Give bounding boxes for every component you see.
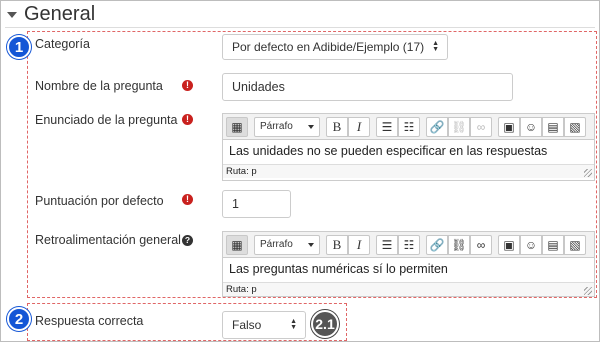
editor-toolbar: ▦ Párrafo B I ☰ ☷ 🔗 ⛓ ∞ ▣ ☺ ▤ ▧	[223, 114, 594, 140]
bold-button[interactable]: B	[326, 116, 348, 137]
auto-link-icon[interactable]: ∞	[470, 116, 492, 137]
show-more-buttons-icon[interactable]: ▦	[226, 234, 248, 255]
format-label: Párrafo	[260, 121, 293, 132]
format-select[interactable]: Párrafo	[254, 234, 320, 255]
puntuacion-label: Puntuación por defecto	[35, 194, 164, 208]
respuesta-value: Falso	[232, 318, 262, 332]
respuesta-label: Respuesta correcta	[35, 314, 144, 328]
unlink-icon[interactable]: ⛓	[448, 234, 470, 255]
resize-grip-icon[interactable]	[584, 169, 592, 177]
puntuacion-value: 1	[232, 197, 239, 211]
ordered-list-icon[interactable]: ☷	[398, 234, 420, 255]
editor-toolbar: ▦ Párrafo B I ☰ ☷ 🔗 ⛓ ∞ ▣ ☺ ▤ ▧	[223, 232, 594, 258]
enunciado-editor[interactable]: ▦ Párrafo B I ☰ ☷ 🔗 ⛓ ∞ ▣ ☺ ▤ ▧ Las unid…	[222, 113, 595, 181]
editor-path: Ruta: p	[223, 282, 594, 296]
retro-label: Retroalimentación general	[35, 233, 181, 247]
media-icon[interactable]: ▤	[542, 116, 564, 137]
step-badge-1: 1	[7, 35, 31, 59]
show-more-buttons-icon[interactable]: ▦	[226, 116, 248, 137]
emoticon-icon[interactable]: ☺	[520, 234, 542, 255]
editor-path-text: Ruta: p	[226, 166, 257, 177]
emoticon-icon[interactable]: ☺	[520, 116, 542, 137]
media-icon[interactable]: ▤	[542, 234, 564, 255]
categoria-label: Categoría	[35, 37, 90, 51]
enunciado-content[interactable]: Las unidades no se pueden especificar en…	[223, 140, 594, 164]
editor-path: Ruta: p	[223, 164, 594, 178]
image-icon[interactable]: ▣	[498, 234, 520, 255]
nombre-input[interactable]: Unidades	[222, 73, 513, 101]
unordered-list-icon[interactable]: ☰	[376, 234, 398, 255]
format-select[interactable]: Párrafo	[254, 116, 320, 137]
select-arrows-icon: ▲ ▼	[290, 318, 297, 331]
required-icon: !	[182, 194, 193, 205]
nombre-value: Unidades	[232, 80, 285, 94]
step-badge-2-1: 2.1	[311, 310, 339, 338]
nombre-label: Nombre de la pregunta	[35, 79, 163, 93]
enunciado-label: Enunciado de la pregunta	[35, 113, 178, 127]
respuesta-select[interactable]: Falso ▲ ▼	[222, 311, 306, 339]
file-icon[interactable]: ▧	[564, 234, 586, 255]
categoria-value: Por defecto en Adibide/Ejemplo (17)	[232, 40, 425, 54]
retro-editor[interactable]: ▦ Párrafo B I ☰ ☷ 🔗 ⛓ ∞ ▣ ☺ ▤ ▧ Las preg…	[222, 231, 595, 297]
help-icon[interactable]: ?	[182, 235, 193, 246]
select-arrows-icon: ▲ ▼	[432, 40, 439, 53]
required-icon: !	[182, 80, 193, 91]
section-title: General	[24, 2, 96, 25]
categoria-select[interactable]: Por defecto en Adibide/Ejemplo (17) ▲ ▼	[222, 34, 448, 60]
link-icon[interactable]: 🔗	[426, 116, 448, 137]
section-divider	[5, 27, 595, 28]
editor-path-text: Ruta: p	[226, 284, 257, 295]
link-icon[interactable]: 🔗	[426, 234, 448, 255]
ordered-list-icon[interactable]: ☷	[398, 116, 420, 137]
collapse-triangle-icon[interactable]	[7, 12, 17, 18]
section-header[interactable]: General	[7, 3, 95, 25]
puntuacion-input[interactable]: 1	[222, 190, 291, 218]
auto-link-icon[interactable]: ∞	[470, 234, 492, 255]
retro-content[interactable]: Las preguntas numéricas sí lo permiten	[223, 258, 594, 282]
required-icon: !	[182, 114, 193, 125]
file-icon[interactable]: ▧	[564, 116, 586, 137]
format-label: Párrafo	[260, 239, 293, 250]
step-badge-2: 2	[7, 307, 31, 331]
italic-button[interactable]: I	[348, 234, 370, 255]
bold-button[interactable]: B	[326, 234, 348, 255]
unordered-list-icon[interactable]: ☰	[376, 116, 398, 137]
italic-button[interactable]: I	[348, 116, 370, 137]
resize-grip-icon[interactable]	[584, 287, 592, 295]
image-icon[interactable]: ▣	[498, 116, 520, 137]
unlink-icon[interactable]: ⛓	[448, 116, 470, 137]
